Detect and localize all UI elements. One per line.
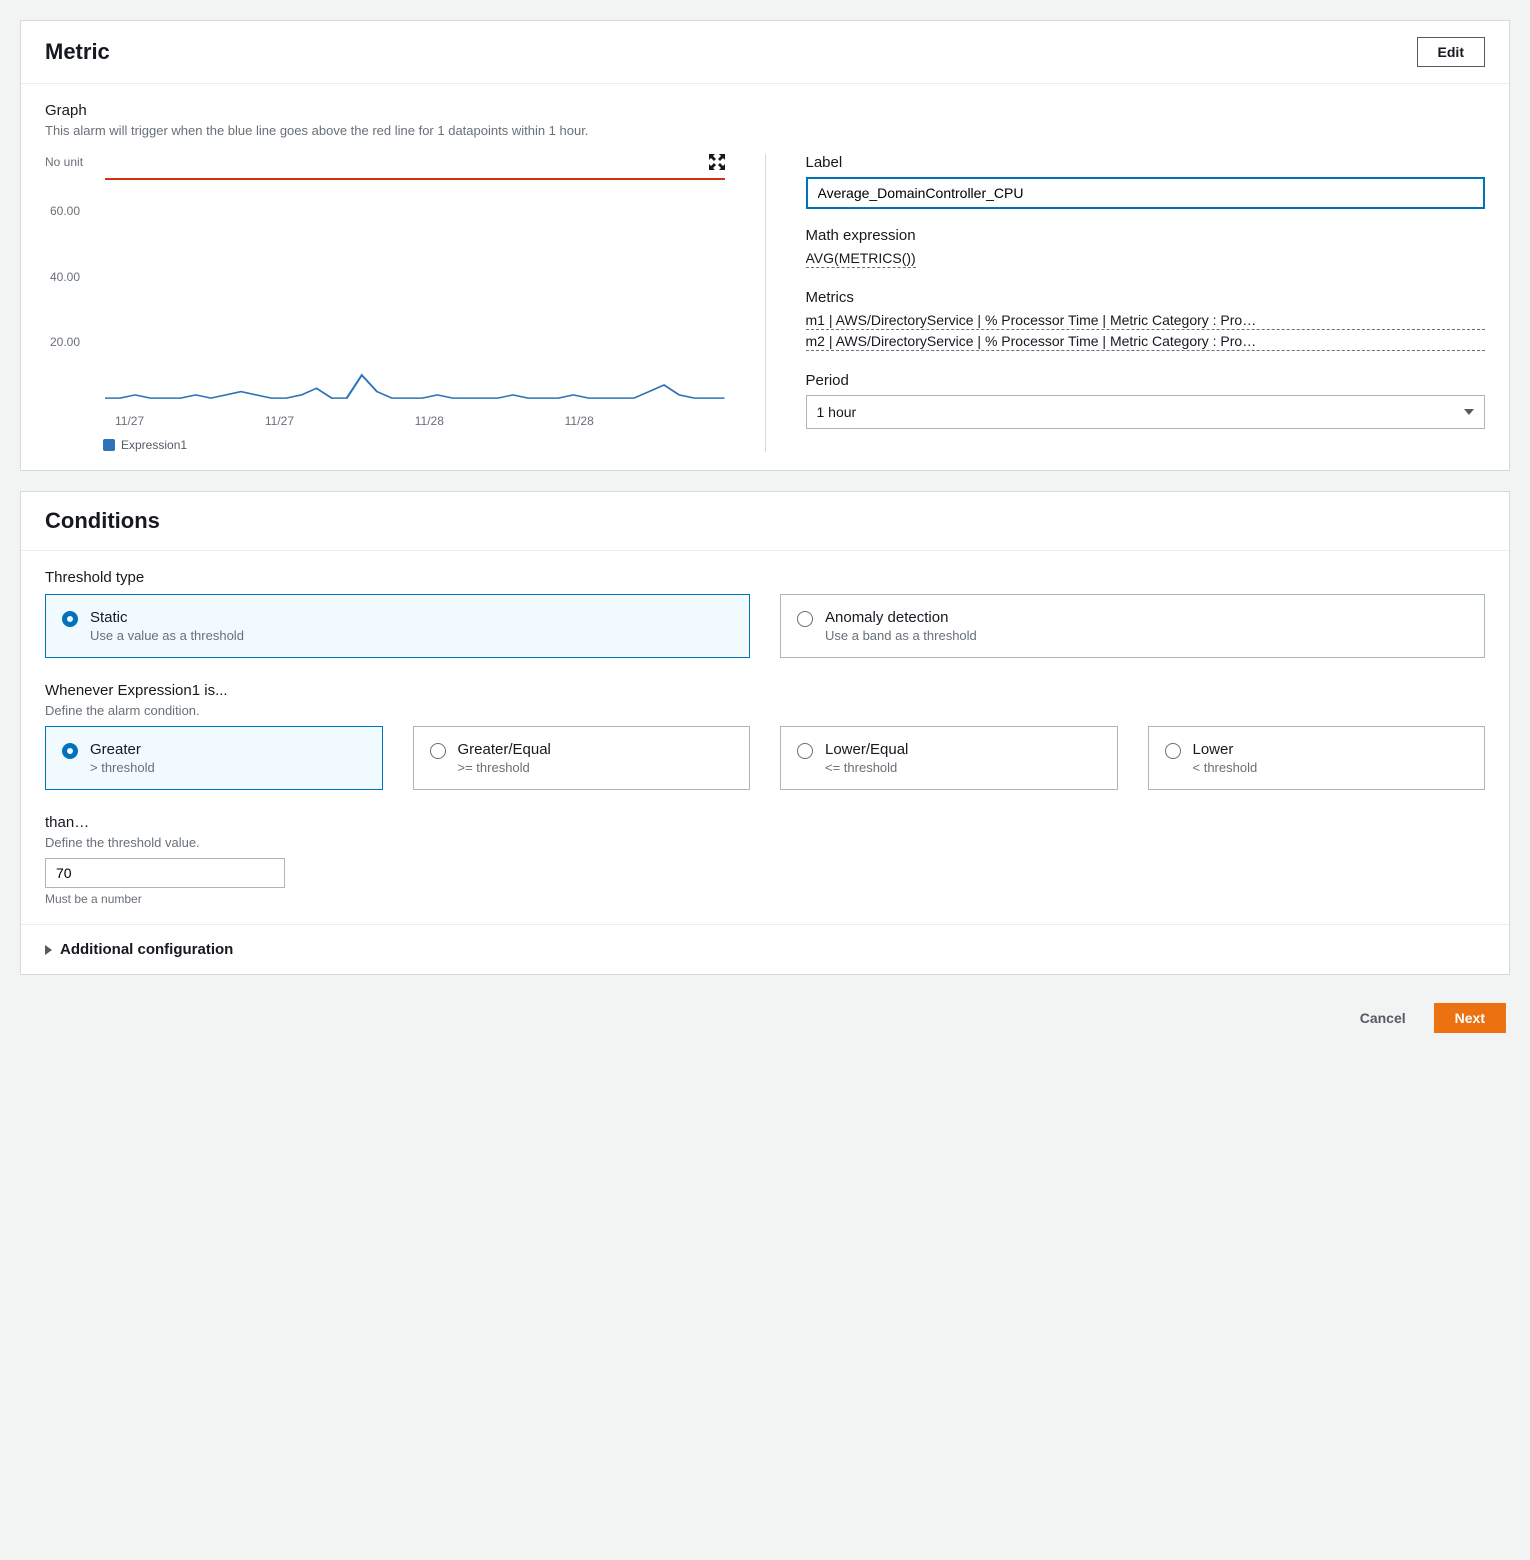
comparison-tiles: Greater > threshold Greater/Equal >= thr…	[45, 726, 1485, 790]
period-select[interactable]: 1 hour	[806, 395, 1486, 429]
comparison-greater-equal[interactable]: Greater/Equal >= threshold	[413, 726, 751, 790]
vertical-divider	[765, 154, 766, 452]
label-input[interactable]	[806, 177, 1486, 209]
conditions-body: Threshold type Static Use a value as a t…	[21, 551, 1509, 924]
metric-title: Metric	[45, 39, 110, 65]
radio-icon	[62, 611, 78, 627]
chart-unit-label: No unit	[45, 155, 83, 169]
graph-label: Graph	[45, 102, 1485, 119]
tile-subtitle: >= threshold	[458, 760, 551, 775]
tile-title: Lower/Equal	[825, 741, 908, 758]
edit-button[interactable]: Edit	[1417, 37, 1485, 67]
tile-title: Anomaly detection	[825, 609, 977, 626]
additional-configuration-toggle[interactable]: Additional configuration	[21, 924, 1509, 974]
radio-icon	[797, 743, 813, 759]
y-label-20: 20.00	[50, 335, 80, 349]
label-field-group: Label	[806, 154, 1486, 209]
chevron-down-icon	[1464, 409, 1474, 415]
threshold-type-tiles: Static Use a value as a threshold Anomal…	[45, 594, 1485, 658]
next-button[interactable]: Next	[1434, 1003, 1506, 1033]
tile-subtitle: <= threshold	[825, 760, 908, 775]
comparison-lower[interactable]: Lower < threshold	[1148, 726, 1486, 790]
period-group: Period 1 hour	[806, 372, 1486, 429]
metric-content-row: No unit 60.00 40.00 20.00	[45, 154, 1485, 452]
tile-subtitle: Use a band as a threshold	[825, 628, 977, 643]
expand-icon[interactable]	[709, 154, 725, 170]
math-expression-value: AVG(METRICS())	[806, 250, 916, 268]
y-label-60: 60.00	[50, 204, 80, 218]
period-label: Period	[806, 372, 1486, 389]
tile-subtitle: > threshold	[90, 760, 155, 775]
tile-title: Greater	[90, 741, 155, 758]
settings-column: Label Math expression AVG(METRICS()) Met…	[806, 154, 1486, 452]
tile-subtitle: Use a value as a threshold	[90, 628, 244, 643]
math-expression-group: Math expression AVG(METRICS())	[806, 227, 1486, 271]
radio-icon	[1165, 743, 1181, 759]
radio-icon	[62, 743, 78, 759]
whenever-desc: Define the alarm condition.	[45, 703, 1485, 718]
chart-x-axis: 11/27 11/27 11/28 11/28	[105, 414, 725, 428]
than-label: than…	[45, 814, 1485, 831]
than-desc: Define the threshold value.	[45, 835, 1485, 850]
period-value: 1 hour	[817, 404, 857, 420]
radio-icon	[797, 611, 813, 627]
threshold-type-static[interactable]: Static Use a value as a threshold	[45, 594, 750, 658]
additional-configuration-label: Additional configuration	[60, 941, 233, 958]
y-label-40: 40.00	[50, 270, 80, 284]
tile-title: Lower	[1193, 741, 1258, 758]
metric-panel-header: Metric Edit	[21, 21, 1509, 84]
comparison-greater[interactable]: Greater > threshold	[45, 726, 383, 790]
math-expression-label: Math expression	[806, 227, 1486, 244]
chart-unit-row: No unit	[45, 154, 725, 170]
threshold-hint: Must be a number	[45, 892, 1485, 906]
metric-panel-body: Graph This alarm will trigger when the b…	[21, 84, 1509, 470]
metrics-group: Metrics m1 | AWS/DirectoryService | % Pr…	[806, 289, 1486, 354]
chevron-right-icon	[45, 945, 52, 955]
legend-swatch	[103, 439, 115, 451]
chart-area: 60.00 40.00 20.00 11/27 11/27 11/28 11/2…	[45, 178, 725, 438]
radio-icon	[430, 743, 446, 759]
cancel-button[interactable]: Cancel	[1340, 1003, 1426, 1033]
tile-title: Greater/Equal	[458, 741, 551, 758]
legend-label: Expression1	[121, 438, 187, 452]
x-tick: 11/28	[415, 414, 444, 428]
metric-item: m2 | AWS/DirectoryService | % Processor …	[806, 333, 1486, 351]
conditions-panel: Conditions Threshold type Static Use a v…	[20, 491, 1510, 975]
whenever-label: Whenever Expression1 is...	[45, 682, 1485, 699]
footer-actions: Cancel Next	[20, 995, 1510, 1037]
tile-title: Static	[90, 609, 244, 626]
chart-column: No unit 60.00 40.00 20.00	[45, 154, 725, 452]
metric-panel: Metric Edit Graph This alarm will trigge…	[20, 20, 1510, 471]
conditions-title: Conditions	[45, 508, 160, 534]
threshold-type-label: Threshold type	[45, 569, 1485, 586]
x-tick: 11/27	[115, 414, 144, 428]
chart-legend: Expression1	[103, 438, 725, 452]
metric-item: m1 | AWS/DirectoryService | % Processor …	[806, 312, 1486, 330]
x-tick: 11/27	[265, 414, 294, 428]
x-tick: 11/28	[565, 414, 594, 428]
conditions-header: Conditions	[21, 492, 1509, 551]
label-field-label: Label	[806, 154, 1486, 171]
chart-plot: 60.00 40.00 20.00	[105, 178, 725, 408]
threshold-value-input[interactable]	[45, 858, 285, 888]
metrics-label: Metrics	[806, 289, 1486, 306]
graph-description: This alarm will trigger when the blue li…	[45, 123, 1485, 138]
tile-subtitle: < threshold	[1193, 760, 1258, 775]
expression1-line	[105, 178, 725, 408]
comparison-lower-equal[interactable]: Lower/Equal <= threshold	[780, 726, 1118, 790]
threshold-type-anomaly[interactable]: Anomaly detection Use a band as a thresh…	[780, 594, 1485, 658]
